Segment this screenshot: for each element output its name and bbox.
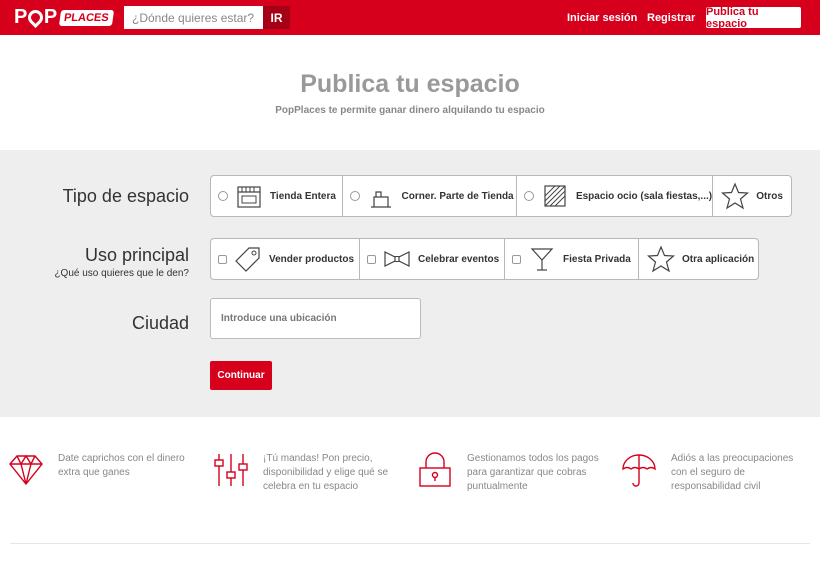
option-tienda-entera[interactable]: Tienda Entera	[211, 176, 343, 216]
store-icon	[237, 186, 261, 208]
sliders-icon	[214, 454, 248, 486]
feature-text: Adiós a las preocupaciones con el seguro…	[671, 453, 794, 492]
star-icon	[646, 245, 676, 273]
option-label: Vender productos	[269, 253, 355, 265]
search-input[interactable]	[124, 6, 263, 29]
uso-principal-sublabel: ¿Qué uso quieres que le den?	[54, 268, 189, 279]
option-label: Fiesta Privada	[563, 253, 631, 265]
page-title: Publica tu espacio	[300, 70, 520, 98]
option-otros[interactable]: Otros	[713, 176, 791, 216]
option-espacio-ocio[interactable]: Espacio ocio (sala fiestas,...)	[517, 176, 714, 216]
uso-principal-options: Vender productos Celebrar eventos Fiesta…	[210, 238, 759, 280]
feature-item: ¡Tú mandas! Pon precio, disponibilidad y…	[213, 452, 403, 494]
location-pin-icon	[24, 6, 46, 29]
option-label: Espacio ocio (sala fiestas,...)	[575, 190, 713, 202]
diamond-icon	[9, 454, 43, 486]
register-link[interactable]: Registrar	[647, 12, 695, 24]
option-label: Corner. Parte de Tienda	[401, 190, 514, 202]
bow-tie-icon	[384, 251, 410, 267]
popplaces-logo[interactable]: PP PLACES	[14, 6, 114, 29]
feature-text: Date caprichos con el dinero extra que g…	[58, 453, 185, 478]
radio-button[interactable]	[523, 191, 534, 201]
feature-text: ¡Tú mandas! Pon precio, disponibilidad y…	[263, 453, 389, 492]
top-navbar: PP PLACES IR Iniciar sesión Registrar Pu…	[0, 0, 820, 35]
option-fiesta-privada[interactable]: Fiesta Privada	[505, 239, 639, 279]
radio-button[interactable]	[218, 191, 228, 201]
option-label: Otros	[756, 190, 783, 202]
option-corner[interactable]: Corner. Parte de Tienda	[343, 176, 517, 216]
padlock-icon	[419, 452, 451, 487]
logo-pop-text: PP	[14, 6, 57, 29]
checkbox[interactable]	[512, 254, 521, 264]
continue-button[interactable]: Continuar	[210, 361, 272, 390]
feature-item: Date caprichos con el dinero extra que g…	[8, 452, 198, 488]
checkbox[interactable]	[367, 254, 376, 264]
option-celebrar-eventos[interactable]: Celebrar eventos	[360, 239, 505, 279]
publish-space-button[interactable]: Publica tu espacio	[706, 6, 801, 30]
uso-principal-label: Uso principal	[84, 245, 189, 265]
star-icon	[721, 182, 750, 210]
feature-text: Gestionamos todos los pagos para garanti…	[467, 453, 599, 492]
search-button[interactable]: IR	[263, 6, 290, 29]
divider	[10, 543, 810, 544]
price-tag-icon	[235, 247, 260, 272]
option-label: Celebrar eventos	[418, 253, 500, 265]
ciudad-label: Ciudad	[131, 313, 189, 333]
option-otra-aplicacion[interactable]: Otra aplicación	[639, 239, 758, 279]
login-link[interactable]: Iniciar sesión	[567, 12, 637, 24]
tipo-espacio-options: Tienda Entera Corner. Parte de Tienda Es…	[210, 175, 792, 217]
feature-item: Gestionamos todos los pagos para garanti…	[417, 452, 607, 494]
page-subtitle: PopPlaces te permite ganar dinero alquil…	[275, 105, 545, 116]
checkbox[interactable]	[218, 254, 227, 264]
corner-icon	[370, 191, 391, 208]
option-label: Otra aplicación	[682, 253, 755, 265]
option-label: Tienda Entera	[270, 190, 336, 202]
cocktail-icon	[530, 248, 554, 271]
radio-button[interactable]	[349, 191, 360, 201]
umbrella-icon	[622, 454, 656, 487]
ciudad-input[interactable]	[210, 298, 421, 339]
logo-places-badge: PLACES	[58, 9, 114, 26]
feature-item: Adiós a las preocupaciones con el seguro…	[621, 452, 811, 494]
tipo-espacio-label: Tipo de espacio	[62, 186, 189, 206]
leisure-space-icon	[544, 185, 566, 207]
option-vender-productos[interactable]: Vender productos	[211, 239, 360, 279]
